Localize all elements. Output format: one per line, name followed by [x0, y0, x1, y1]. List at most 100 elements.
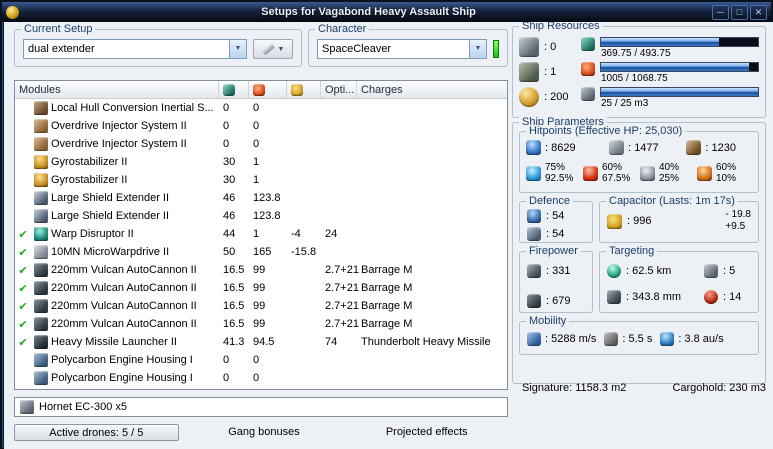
shield-extender-icon [34, 209, 48, 223]
module-row[interactable]: Gyrostabilizer II 30 1 [15, 171, 507, 189]
module-powergrid-value: 1 [253, 156, 260, 168]
modules-table-header: Modules Opti... Charges [15, 81, 507, 99]
module-optimal-value: 2.7+21 [325, 300, 359, 312]
module-name: Local Hull Conversion Inertial S... [51, 102, 214, 114]
module-row[interactable]: Local Hull Conversion Inertial S... 0 0 [15, 99, 507, 117]
drone-icon [20, 400, 34, 414]
charges-column-header[interactable]: Charges [357, 81, 507, 98]
shield-recharge-icon [527, 209, 541, 223]
modules-table: Modules Opti... Charges Local Hull Conve… [14, 80, 508, 390]
optimal-column-header[interactable]: Opti... [321, 81, 357, 98]
minimize-button[interactable]: ─ [712, 4, 729, 20]
module-row[interactable]: ✔ 220mm Vulcan AutoCannon II 16.5 99 2.7+21 B… [15, 279, 507, 297]
module-powergrid-value: 99 [253, 282, 266, 294]
dronebay-icon [581, 87, 595, 101]
capacitor-label: Capacitor (Lasts: 1m 17s) [606, 195, 738, 207]
cpu-column-header[interactable] [219, 81, 249, 98]
capacitor-group: Capacitor (Lasts: 1m 17s) : 996 - 19.8 +… [599, 195, 759, 243]
kinetic-resist-icon [640, 165, 655, 181]
volley-value: : 679 [546, 295, 571, 307]
powergrid-column-header[interactable] [249, 81, 287, 98]
module-row[interactable]: Large Shield Extender II 46 123.8 [15, 189, 507, 207]
module-powergrid-value: 99 [253, 318, 266, 330]
module-row[interactable]: ✔ 220mm Vulcan AutoCannon II 16.5 99 2.7+21 B… [15, 297, 507, 315]
targeting-label: Targeting [606, 245, 658, 257]
capacitor-drain-value: - 19.8 [725, 209, 751, 220]
setup-select[interactable]: dual extender ▼ [23, 39, 247, 59]
module-powergrid-value: 0 [253, 372, 260, 384]
module-charge-name: Barrage M [361, 264, 413, 276]
turret-hardpoints-icon [519, 37, 539, 57]
module-row[interactable]: Gyrostabilizer II 30 1 [15, 153, 507, 171]
cpu-icon [223, 83, 235, 96]
structure-hp-value: : 1230 [705, 141, 736, 154]
module-row[interactable]: Overdrive Injector System II 0 0 [15, 117, 507, 135]
dps-icon [527, 264, 541, 278]
drone-row[interactable]: Hornet EC-300 x5 [14, 397, 508, 417]
module-powergrid-value: 99 [253, 264, 266, 276]
module-row[interactable]: ✔ 10MN MicroWarpdrive II 50 165 -15.8 [15, 243, 507, 261]
module-cpu-value: 50 [223, 246, 236, 258]
setup-tools-button[interactable]: ▼ [253, 39, 293, 59]
resist-item: 40% 25% [640, 162, 697, 184]
gyrostabilizer-icon [34, 155, 48, 169]
armor-resist-value: 92.5% [545, 173, 574, 184]
shield-resist-value: 60% [602, 162, 623, 173]
module-name: Large Shield Extender II [51, 192, 170, 204]
module-charge-name: Thunderbolt Heavy Missile [361, 336, 491, 348]
scan-resolution-value: : 343.8 mm [626, 291, 682, 303]
module-cpu-value: 41.3 [223, 336, 245, 348]
microwarpdrive-icon [34, 245, 48, 259]
module-row[interactable]: ✔ Warp Disruptor II 44 1 -4 24 [15, 225, 507, 243]
powergrid-usage-text: 1005 / 1068.75 [601, 73, 668, 84]
module-cpu-value: 44 [223, 228, 236, 240]
chevron-down-icon[interactable]: ▼ [229, 40, 246, 58]
active-check-icon: ✔ [18, 246, 28, 259]
module-cpu-value: 16.5 [223, 282, 245, 294]
chevron-down-icon[interactable]: ▼ [469, 40, 486, 58]
armor-resist-value: 67.5% [602, 173, 631, 184]
scan-resolution-icon [607, 290, 621, 304]
gang-bonuses-button[interactable]: Gang bonuses [183, 424, 346, 441]
character-select[interactable]: SpaceCleaver ▼ [317, 39, 487, 59]
defence-icon [527, 227, 541, 241]
signature-value: Signature: 1158.3 m2 [522, 382, 627, 394]
module-cpu-value: 30 [223, 156, 236, 168]
module-row[interactable]: Polycarbon Engine Housing I 0 0 [15, 369, 507, 387]
module-row[interactable]: Polycarbon Engine Housing I 0 0 [15, 351, 507, 369]
resist-item: 60% 67.5% [583, 162, 640, 184]
ship-parameters-group: Ship Parameters Hitpoints (Effective HP:… [512, 116, 766, 384]
module-row[interactable]: ✔ Heavy Missile Launcher II 41.3 94.5 74 Thun… [15, 333, 507, 351]
module-charge-name: Barrage M [361, 282, 413, 294]
max-targets-icon [704, 264, 718, 278]
resist-item: 60% 10% [697, 162, 754, 184]
armor-hp-value: : 1477 [628, 141, 659, 154]
launcher-hardpoints-value: : 1 [544, 66, 557, 78]
module-powergrid-value: 0 [253, 102, 260, 114]
title-bar[interactable]: Setups for Vagabond Heavy Assault Ship ─… [2, 2, 771, 22]
active-drones-button[interactable]: Active drones: 5 / 5 [14, 424, 179, 441]
powergrid-bar [600, 62, 759, 72]
module-powergrid-value: 165 [253, 246, 272, 258]
capacitor-column-header[interactable] [287, 81, 321, 98]
module-row[interactable]: Large Shield Extender II 46 123.8 [15, 207, 507, 225]
dronebay-usage-text: 25 / 25 m3 [601, 98, 649, 109]
active-check-icon: ✔ [18, 228, 28, 241]
close-button[interactable]: ✕ [750, 4, 767, 20]
shield-resist-value: 75% [545, 162, 566, 173]
defence-value-2: : 54 [546, 228, 565, 240]
bottom-bar: Active drones: 5 / 5 Gang bonuses Projec… [14, 424, 508, 441]
cpu-usage-text: 369.75 / 493.75 [601, 48, 671, 59]
defence-group: Defence : 54 : 54 [519, 195, 593, 243]
module-row[interactable]: ✔ 220mm Vulcan AutoCannon II 16.5 99 2.7+21 B… [15, 261, 507, 279]
module-name: Heavy Missile Launcher II [51, 336, 177, 348]
module-row[interactable]: Overdrive Injector System II 0 0 [15, 135, 507, 153]
modules-column-header[interactable]: Modules [15, 81, 219, 98]
maximize-button[interactable]: □ [731, 4, 748, 20]
projected-effects-button[interactable]: Projected effects [345, 424, 508, 441]
sensor-strength-value: : 14 [723, 291, 742, 303]
explosive-resist-icon [697, 165, 712, 181]
max-velocity-value: : 5288 m/s [545, 333, 597, 345]
module-row[interactable]: ✔ 220mm Vulcan AutoCannon II 16.5 99 2.7+21 B… [15, 315, 507, 333]
module-powergrid-value: 1 [253, 228, 260, 240]
